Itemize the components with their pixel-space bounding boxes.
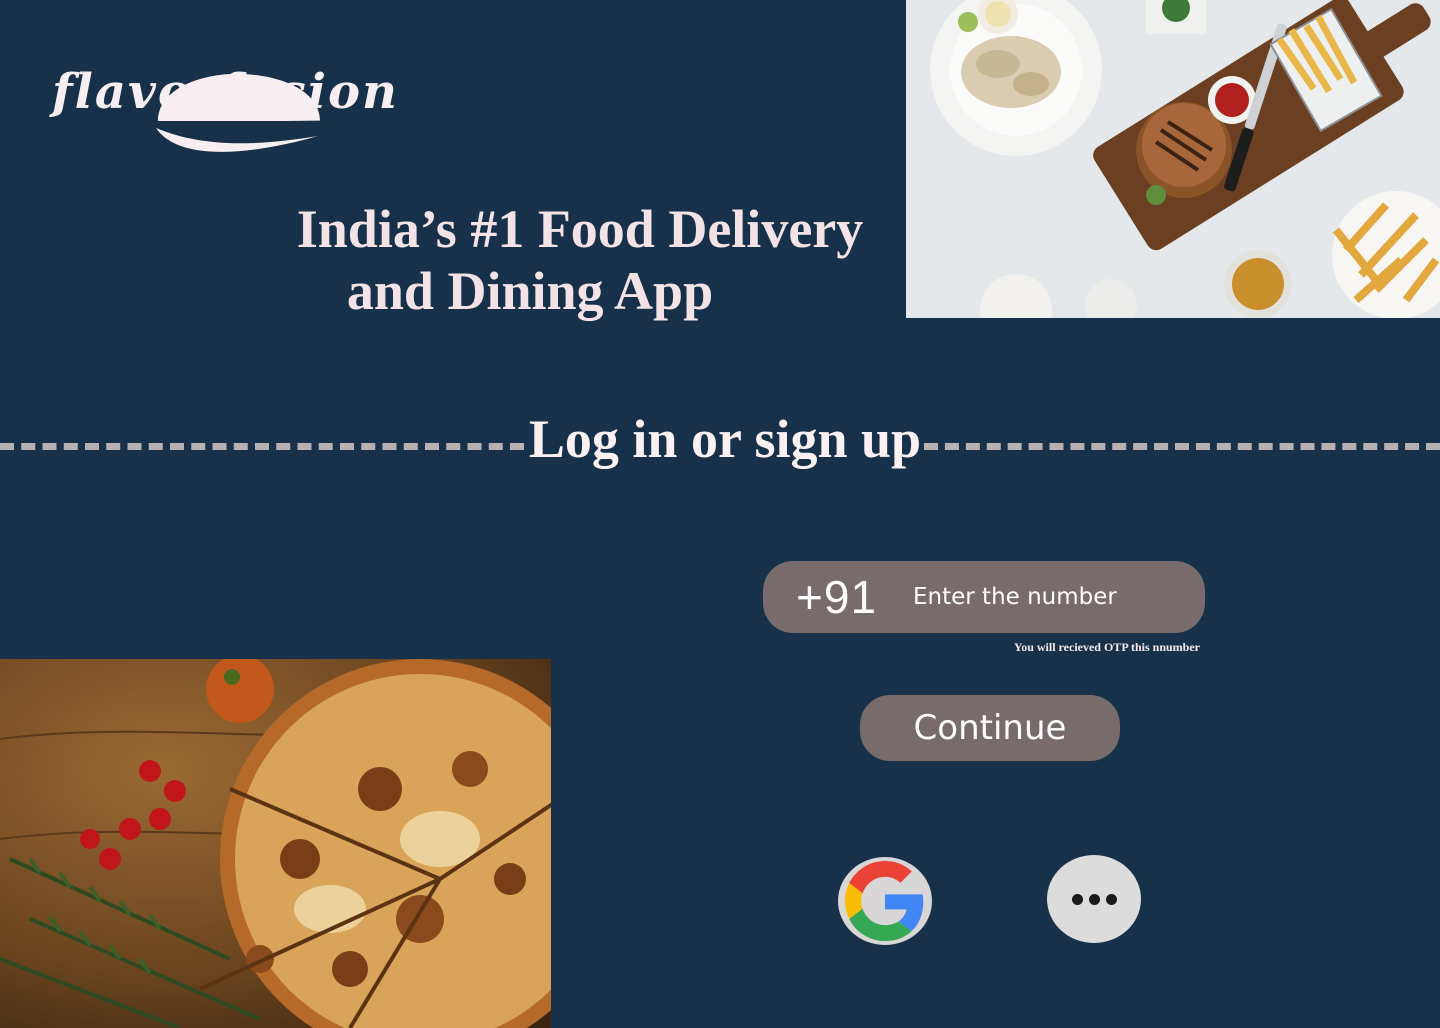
divider-line-left: [0, 443, 524, 450]
pizza-photo: [0, 659, 551, 1028]
headline-line-2: and Dining App: [346, 261, 714, 321]
login-heading: Log in or sign up: [528, 409, 922, 469]
headline-line-1: India’s #1 Food Delivery: [296, 199, 864, 259]
more-options-icon: [1071, 893, 1117, 905]
pizza-illustration: [0, 659, 551, 1028]
country-code[interactable]: +91: [796, 570, 878, 624]
google-icon: [845, 861, 924, 941]
google-login-button[interactable]: [838, 857, 932, 945]
burger-fries-photo: [906, 0, 1440, 318]
phone-number-input[interactable]: [911, 583, 1205, 611]
divider-line-right: [924, 443, 1440, 450]
otp-note: You will recieved OTP this nnumber: [1013, 640, 1200, 654]
more-options-button[interactable]: [1047, 855, 1141, 943]
brand-logo: flavorfusion: [48, 60, 408, 170]
logo-wordmark: flavorfusion: [52, 64, 399, 120]
phone-input-container[interactable]: +91: [763, 561, 1205, 633]
continue-button[interactable]: Continue: [860, 695, 1120, 761]
hero-headline: India’s #1 Food Delivery and Dining App: [270, 198, 880, 322]
login-divider: Log in or sign up: [0, 404, 1440, 480]
food-platter-illustration: [906, 0, 1440, 318]
